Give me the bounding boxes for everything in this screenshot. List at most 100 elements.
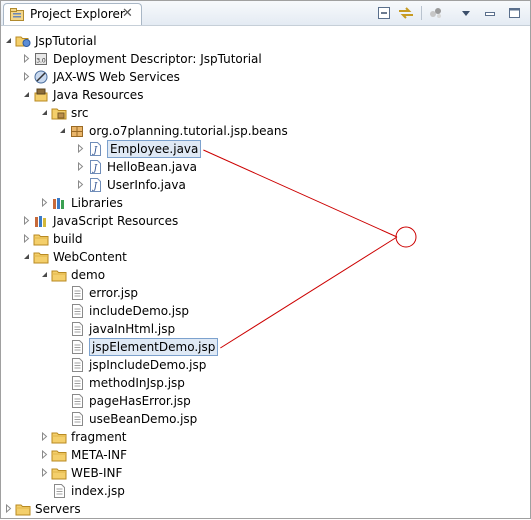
folder-icon (51, 432, 67, 444)
expanded-arrow-icon[interactable] (22, 252, 31, 261)
tree-row[interactable]: demo (1, 266, 530, 284)
tree-row[interactable]: Servers (1, 500, 530, 518)
jsp-file-icon (72, 286, 83, 300)
expanded-arrow-icon[interactable] (58, 126, 67, 135)
java-resources-icon (34, 88, 48, 102)
tree-row[interactable]: jspIncludeDemo.jsp (1, 356, 530, 374)
tree-item-label: Libraries (71, 196, 123, 210)
tree-row[interactable]: WEB-INF (1, 464, 530, 482)
collapsed-arrow-icon[interactable] (22, 54, 31, 63)
tree-item-label: fragment (71, 430, 127, 444)
java-file-icon: J (90, 142, 101, 156)
libraries-icon (53, 198, 64, 209)
tree-item-label: error.jsp (89, 286, 138, 300)
collapsed-arrow-icon[interactable] (40, 432, 49, 441)
source-folder-icon (51, 108, 67, 120)
expanded-arrow-icon[interactable] (40, 108, 49, 117)
folder-icon (33, 234, 49, 246)
tab-project-explorer[interactable]: Project Explorer ✕ (3, 3, 142, 25)
tree-row[interactable]: javaInHtml.jsp (1, 320, 530, 338)
tree-row[interactable]: JspTutorial (1, 32, 530, 50)
tree-item-label: methodInJsp.jsp (89, 376, 185, 390)
jsp-file-icon (72, 340, 83, 354)
java-file-icon: J (90, 178, 101, 192)
deployment-descriptor-icon: 3.0 (35, 53, 47, 65)
tree-row[interactable]: src (1, 104, 530, 122)
link-with-editor-icon[interactable] (397, 5, 415, 21)
collapsed-arrow-icon[interactable] (22, 72, 31, 81)
tree-row[interactable]: useBeanDemo.jsp (1, 410, 530, 428)
tree-row[interactable]: J UserInfo.java (1, 176, 530, 194)
tree-row[interactable]: Java Resources (1, 86, 530, 104)
tree-item-label: org.o7planning.tutorial.jsp.beans (89, 124, 288, 138)
tree-row[interactable]: J HelloBean.java (1, 158, 530, 176)
tree-row[interactable]: methodInJsp.jsp (1, 374, 530, 392)
maximize-icon[interactable] (505, 5, 523, 21)
jsp-file-icon (72, 394, 83, 408)
tree-row[interactable]: Libraries (1, 194, 530, 212)
toolbar-separator (421, 6, 422, 20)
view-tab-bar: Project Explorer ✕ (1, 1, 530, 26)
tree-row[interactable]: error.jsp (1, 284, 530, 302)
tree-item-label: JAX-WS Web Services (53, 70, 180, 84)
tree-item-label: demo (71, 268, 106, 282)
tree-item-label: WEB-INF (71, 466, 123, 480)
jsp-file-icon (72, 358, 83, 372)
tree-row[interactable]: org.o7planning.tutorial.jsp.beans (1, 122, 530, 140)
tree-row[interactable]: 3.0 Deployment Descriptor: JspTutorial (1, 50, 530, 68)
jsp-file-icon (72, 412, 83, 426)
collapsed-arrow-icon[interactable] (40, 468, 49, 477)
tree-item-label: useBeanDemo.jsp (89, 412, 198, 426)
filter-icon[interactable] (427, 5, 445, 21)
collapsed-arrow-icon[interactable] (22, 216, 31, 225)
expanded-arrow-icon[interactable] (4, 36, 13, 45)
svg-text:3.0: 3.0 (36, 58, 46, 65)
jsp-file-icon (72, 376, 83, 390)
tree-row[interactable]: J Employee.java (1, 140, 530, 158)
java-file-icon: J (90, 160, 101, 174)
javascript-resources-icon (35, 216, 46, 227)
expanded-arrow-icon[interactable] (40, 270, 49, 279)
tree-item-label: includeDemo.jsp (89, 304, 189, 318)
collapsed-arrow-icon[interactable] (76, 162, 85, 171)
folder-icon (33, 252, 49, 264)
view-menu-icon[interactable] (457, 5, 475, 21)
tree-item-label: JavaScript Resources (53, 214, 179, 228)
expanded-arrow-icon[interactable] (22, 90, 31, 99)
tree-row[interactable]: build (1, 230, 530, 248)
tree-row[interactable]: pageHasError.jsp (1, 392, 530, 410)
folder-icon (15, 504, 31, 516)
collapsed-arrow-icon[interactable] (76, 144, 85, 153)
collapsed-arrow-icon[interactable] (40, 198, 49, 207)
folder-icon (51, 468, 67, 480)
collapse-all-icon[interactable] (375, 5, 393, 21)
jsp-file-icon (54, 484, 65, 498)
tree-row[interactable]: WebContent (1, 248, 530, 266)
tree-item-label: javaInHtml.jsp (89, 322, 176, 336)
tree-item-label: jspIncludeDemo.jsp (89, 358, 207, 372)
tree-row[interactable]: META-INF (1, 446, 530, 464)
tab-title: Project Explorer (30, 7, 125, 21)
tree-item-label: HelloBean.java (107, 160, 197, 174)
jsp-file-icon (72, 322, 83, 336)
collapsed-arrow-icon[interactable] (40, 450, 49, 459)
tree-row[interactable]: includeDemo.jsp (1, 302, 530, 320)
web-services-icon (34, 70, 48, 84)
collapsed-arrow-icon[interactable] (4, 504, 13, 513)
tree-item-label: Java Resources (53, 88, 144, 102)
tree-row[interactable]: jspElementDemo.jsp (1, 338, 530, 356)
web-project-icon (15, 36, 31, 47)
tree-item-label: Deployment Descriptor: JspTutorial (53, 52, 262, 66)
tree-row[interactable]: fragment (1, 428, 530, 446)
collapsed-arrow-icon[interactable] (22, 234, 31, 243)
tree-row[interactable]: JAX-WS Web Services (1, 68, 530, 86)
tree-row[interactable]: JavaScript Resources (1, 212, 530, 230)
collapsed-arrow-icon[interactable] (76, 180, 85, 189)
close-icon[interactable]: ✕ (122, 6, 133, 21)
tree-item-label: META-INF (71, 448, 128, 462)
minimize-icon[interactable] (481, 5, 499, 21)
tree-item-label: src (71, 106, 89, 120)
folder-icon (51, 270, 67, 282)
tree-item-label: WebContent (53, 250, 127, 264)
tree-row[interactable]: index.jsp (1, 482, 530, 500)
